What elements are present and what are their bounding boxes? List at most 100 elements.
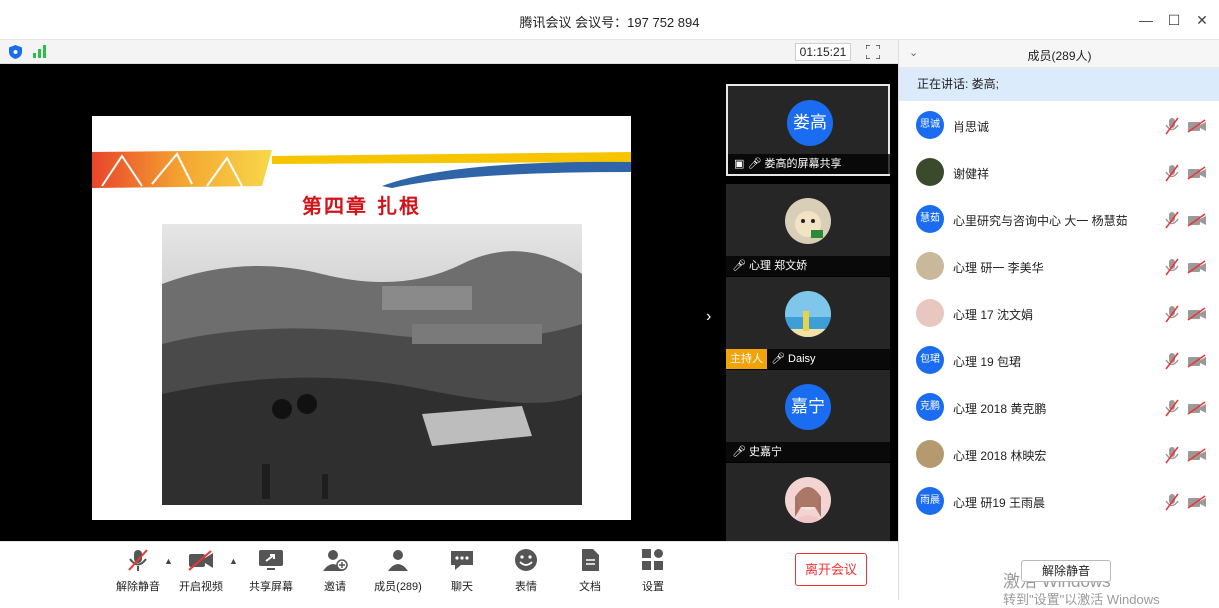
member-name: 心理 17 沈文娟: [953, 308, 1034, 322]
share-screen-icon: [259, 550, 283, 570]
shared-slide: 第四章 扎根: [92, 116, 631, 520]
emoji-icon: [515, 549, 537, 571]
participant-thumbnails: 娄高 ▣ 🎤︎ 娄高的屏幕共享 🎤︎ 心理 郑文娇 主持人 🎤︎ Daisy 嘉宁: [726, 84, 892, 541]
camera-off-icon[interactable]: [1187, 495, 1207, 509]
slide-banner: [92, 150, 631, 188]
fullscreen-icon[interactable]: [866, 45, 880, 59]
mic-muted-icon[interactable]: [1165, 258, 1179, 276]
avatar: 娄高: [787, 100, 833, 146]
caret-up-icon[interactable]: ▲: [229, 556, 238, 566]
member-name: 心理 研19 王雨晨: [953, 496, 1046, 510]
chat-button[interactable]: 聊天: [432, 548, 492, 594]
chevron-right-icon[interactable]: ›: [706, 308, 711, 326]
mic-muted-icon[interactable]: [1165, 352, 1179, 370]
mic-muted-icon[interactable]: [1165, 117, 1179, 135]
thumb-participant[interactable]: 🎤︎ 心理 郑文娇: [726, 184, 890, 276]
mic-muted-icon[interactable]: [1165, 493, 1179, 511]
avatar: 克鹏: [916, 393, 944, 421]
thumb-name: 心理 郑文娇: [749, 260, 808, 272]
camera-off-icon[interactable]: [1187, 260, 1207, 274]
settings-button[interactable]: 设置: [623, 548, 683, 594]
member-row[interactable]: 克鹏 心理 2018 黄克鹏: [899, 385, 1219, 432]
member-name: 心理 研一 李美华: [953, 261, 1044, 275]
member-row[interactable]: 心理 17 沈文娟: [899, 291, 1219, 338]
share-screen-button[interactable]: 共享屏幕: [241, 548, 301, 594]
thumb-screen-share[interactable]: 娄高 ▣ 🎤︎ 娄高的屏幕共享: [726, 84, 892, 176]
screen-share-icon: ▣: [734, 158, 748, 170]
shield-icon[interactable]: [9, 45, 22, 59]
mic-muted-icon[interactable]: [1165, 446, 1179, 464]
video-label: 开启视频: [179, 581, 223, 593]
members-label: 成员(289): [374, 581, 422, 593]
member-name: 心里研究与咨询中心 大一 杨慧茹: [953, 214, 1128, 228]
title-bar: 腾讯会议 会议号：197 752 894 — ☐ ✕: [0, 0, 1219, 40]
unmute-all-button[interactable]: 解除静音: [1021, 560, 1111, 582]
share-label: 共享屏幕: [249, 581, 293, 593]
avatar: [916, 299, 944, 327]
members-button[interactable]: 成员(289): [368, 548, 428, 594]
documents-button[interactable]: 文档: [560, 548, 620, 594]
unmute-button[interactable]: 解除静音: [108, 548, 168, 594]
panel-title: 成员(289人): [1027, 49, 1092, 63]
camera-off-icon[interactable]: [1187, 166, 1207, 180]
member-row[interactable]: 雨晨 心理 研19 王雨晨: [899, 479, 1219, 526]
avatar: [785, 477, 831, 523]
mic-muted-icon: 🎤︎: [771, 353, 789, 365]
mic-muted-icon: [128, 549, 148, 571]
invite-button[interactable]: 邀请: [305, 548, 365, 594]
thumb-label: 🎤︎ 心理 郑文娇: [726, 256, 890, 276]
camera-off-icon[interactable]: [1187, 448, 1207, 462]
avatar: 慧茹: [916, 205, 944, 233]
camera-off-icon[interactable]: [1187, 354, 1207, 368]
camera-off-icon[interactable]: [1187, 307, 1207, 321]
invite-icon: [323, 550, 348, 571]
leave-meeting-button[interactable]: 离开会议: [795, 553, 867, 586]
thumb-participant[interactable]: [726, 463, 890, 541]
member-row[interactable]: 思诚 肖思诚: [899, 103, 1219, 150]
member-row[interactable]: 包珺 心理 19 包珺: [899, 338, 1219, 385]
panel-header: ⌄ 成员(289人): [899, 40, 1219, 68]
chat-icon: [451, 551, 473, 570]
status-strip: 01:15:21: [0, 40, 898, 64]
avatar: [785, 291, 831, 337]
emoji-label: 表情: [515, 581, 537, 593]
members-panel: ⌄ 成员(289人) 正在讲话: 娄高; 思诚 肖思诚 谢健祥 慧茹 心里研究与咨询中心…: [898, 40, 1219, 607]
avatar: 包珺: [916, 346, 944, 374]
member-name: 肖思诚: [953, 120, 990, 134]
host-badge: 主持人: [726, 349, 767, 369]
member-row[interactable]: 心理 研一 李美华: [899, 244, 1219, 291]
member-name: 心理 19 包珺: [953, 355, 1022, 369]
camera-off-icon[interactable]: [1187, 401, 1207, 415]
thumb-label: 🎤︎ 史嘉宁: [726, 442, 890, 462]
mic-muted-icon[interactable]: [1165, 211, 1179, 229]
member-name: 心理 2018 林映宏: [953, 449, 1047, 463]
member-row[interactable]: 谢健祥: [899, 150, 1219, 197]
member-row[interactable]: 心理 2018 林映宏: [899, 432, 1219, 479]
mic-muted-icon[interactable]: [1165, 164, 1179, 182]
maximize-button[interactable]: ☐: [1164, 10, 1184, 30]
meeting-timer: 01:15:21: [795, 43, 851, 61]
camera-off-icon[interactable]: [1187, 119, 1207, 133]
mic-muted-icon[interactable]: [1165, 399, 1179, 417]
document-icon: [582, 549, 599, 571]
minimize-button[interactable]: —: [1136, 10, 1156, 30]
camera-off-icon[interactable]: [1187, 213, 1207, 227]
close-button[interactable]: ✕: [1192, 10, 1212, 30]
member-row[interactable]: 慧茹 心里研究与咨询中心 大一 杨慧茹: [899, 197, 1219, 244]
thumb-participant[interactable]: 主持人 🎤︎ Daisy: [726, 277, 890, 369]
thumb-label: 主持人 🎤︎ Daisy: [726, 349, 890, 369]
avatar: 思诚: [916, 111, 944, 139]
start-video-button[interactable]: 开启视频: [171, 548, 231, 594]
emoji-button[interactable]: 表情: [496, 548, 556, 594]
unmute-label: 解除静音: [116, 581, 160, 593]
signal-icon[interactable]: [33, 45, 47, 58]
video-stage: 第四章 扎根 › 娄高 ▣ 🎤︎ 娄高的屏幕共享 🎤︎ 心理 郑文娇 主持人 🎤…: [0, 64, 898, 541]
thumb-name: 娄高的屏幕共享: [764, 158, 842, 170]
mic-muted-icon[interactable]: [1165, 305, 1179, 323]
thumb-name: Daisy: [788, 353, 816, 365]
slide-photo: [162, 224, 582, 505]
thumb-participant[interactable]: 嘉宁 🎤︎ 史嘉宁: [726, 370, 890, 462]
thumb-label: ▣ 🎤︎ 娄高的屏幕共享: [728, 154, 892, 174]
windows-watermark-sub: 转到"设置"以激活 Windows: [1003, 592, 1160, 607]
documents-label: 文档: [579, 581, 601, 593]
